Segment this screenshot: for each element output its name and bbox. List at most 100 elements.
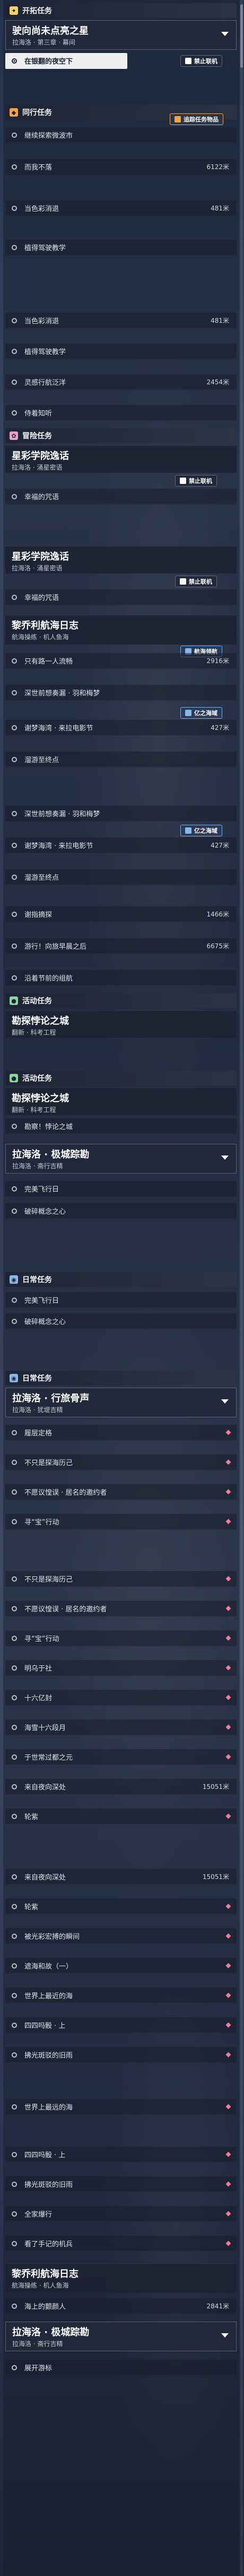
mission-step[interactable]: 拂光斑驳的旧雨 [5, 2047, 237, 2063]
mission-step[interactable]: 沿着节前的组航 [5, 970, 237, 986]
mission-step[interactable]: 世界上最近的海 [5, 1988, 237, 2004]
mission-step[interactable]: 谢梦海湾 · 来拉电影节 427米 [5, 837, 237, 853]
mission-step[interactable]: 游行！向旅早晨之后 6675米 [5, 938, 237, 954]
step-marker-icon [12, 1208, 17, 1214]
mission-step[interactable]: 全家爆行 [5, 2206, 237, 2222]
mission-step-selected[interactable]: 在银翻的夜空下 [5, 53, 127, 69]
step-label: 被光彩宏搏的瞬间 [24, 1933, 80, 1941]
category-label: 开拓任务 [22, 7, 52, 15]
step-marker-icon [12, 1430, 17, 1435]
mission-step[interactable]: 谢指摘探 1466米 [5, 906, 237, 922]
scrollbar-thumb[interactable] [240, 4, 243, 68]
step-distance: 15051米 [202, 1783, 229, 1790]
mission-step[interactable]: 不只是探海历己 [5, 1571, 237, 1587]
step-label: 游行！向旅早晨之后 [24, 943, 87, 951]
disabled-co-op-badge: 禁止联机 [175, 475, 217, 487]
mission-step[interactable]: 明乌于社 [5, 1660, 237, 1676]
step-label: 四四吗骰 · 上 [24, 2022, 66, 2030]
mission-step[interactable]: 不愿议惶误 · 居名的邀约者 [5, 1601, 237, 1617]
mission-group-header[interactable]: 星彩学院逸话 拉海洛 · 涌星密语 [5, 445, 237, 473]
mission-step[interactable]: 不只是探海历己 [5, 1454, 237, 1470]
mission-step[interactable]: 履层定格 [5, 1425, 237, 1441]
mission-step[interactable]: 拂光斑驳的旧雨 [5, 2176, 237, 2192]
mission-step[interactable]: 植得驾驶教学 [5, 343, 237, 359]
mission-group-header[interactable]: 勘探悖论之城 翻新 · 科考工程 [5, 1088, 237, 1115]
mission-step[interactable]: 完美飞行日 [5, 1181, 237, 1197]
disabled-co-op-badge: 禁止联机 [175, 576, 217, 587]
mission-group-header[interactable]: 勘探悖论之城 翻新 · 科考工程 [5, 1010, 237, 1038]
mission-step[interactable]: 来自夜向深处 15051米 [5, 1779, 237, 1795]
step-marker-icon [12, 911, 17, 917]
mission-step[interactable]: 遮海和故（一） [5, 1958, 237, 1974]
mission-step[interactable]: 勘察！悖论之城 [5, 1118, 237, 1134]
step-label: 破碎概念之心 [24, 1318, 66, 1326]
mission-step[interactable]: 幸福的咒语 [5, 589, 237, 605]
mission-step[interactable]: 四四吗骰 · 上 [5, 2017, 237, 2033]
mission-step[interactable]: 被光彩宏搏的瞬间 [5, 1928, 237, 1944]
step-label: 看了手记的机兵 [24, 2240, 73, 2248]
mission-subtitle: 拉海洛 · 涌星密语 [12, 564, 63, 572]
mission-subtitle: 拉海洛 · 第三章 · 幕间 [12, 39, 75, 46]
step-distance: 427米 [211, 842, 229, 849]
mission-step[interactable]: 寻“宝”行动 [5, 1630, 237, 1646]
step-label: 拂光斑驳的旧雨 [24, 2181, 73, 2189]
step-label: 完美飞行日 [24, 1186, 59, 1194]
mission-group-header[interactable]: 驶向尚未点亮之星 拉海洛 · 第三章 · 幕间 [5, 20, 237, 50]
mission-step[interactable]: 不愿议惶误 · 居名的邀约者 [5, 1484, 237, 1500]
mission-group-header[interactable]: 星彩学院逸话 拉海洛 · 涌星密语 [5, 546, 237, 574]
mission-step[interactable]: 而我不落 6122米 [5, 159, 237, 175]
mission-step[interactable]: 展开游标 [5, 2360, 237, 2376]
mission-group-header[interactable]: 拉海洛 · 行旅骨声 拉海洛 · 犹堤吉精 [5, 1388, 237, 1417]
mission-step[interactable]: 溜游至终点 [5, 869, 237, 885]
mission-step[interactable]: 深世前想奏漏 · 羽和梅梦 [5, 806, 237, 822]
category-header-event: ● 活动任务 [5, 993, 237, 1008]
mission-step[interactable]: 完美飞行日 [5, 1292, 237, 1308]
mission-step[interactable]: 来自夜向深处 15051米 [5, 1869, 237, 1885]
mission-title: 拉海洛 · 极城踪勘 [12, 2327, 90, 2338]
mission-step[interactable]: 十六亿封 [5, 1690, 237, 1706]
mission-group-header[interactable]: 黎乔利航海日志 航海操练 · 机人鱼海 [5, 2263, 237, 2293]
step-label: 不只是探海历己 [24, 1576, 73, 1584]
mission-step[interactable]: 轮紫 [5, 1899, 237, 1915]
mission-step[interactable]: 灵感行航泛洋 2454米 [5, 374, 237, 390]
wave-icon [185, 827, 191, 834]
step-label: 来自夜向深处 [24, 1874, 66, 1882]
step-marker-icon [12, 842, 17, 848]
mission-step[interactable]: 深世前想奏漏 · 羽和梅梦 [5, 685, 237, 701]
mission-group-header[interactable]: 拉海洛 · 极城踪勘 拉海洛 · 斋行吉精 [5, 2322, 237, 2351]
side-quest-items-badge: 追踪任务物品 [170, 113, 223, 125]
mission-step[interactable]: 破碎概念之心 [5, 1203, 237, 1219]
mission-step[interactable]: 世界上最远的海 [5, 2099, 237, 2115]
mission-step[interactable]: 破碎概念之心 [5, 1313, 237, 1329]
step-marker-icon [12, 493, 17, 499]
step-marker-icon [12, 1754, 17, 1760]
nav-plan-badge: 亿之海域 [180, 825, 222, 836]
mission-step[interactable]: 当色彩消退 481米 [5, 313, 237, 329]
scrollbar-track[interactable] [240, 0, 243, 2576]
mission-step[interactable]: 海雪十六段月 [5, 1719, 237, 1735]
mission-step[interactable]: 看了手记的机兵 [5, 2236, 237, 2252]
mission-step[interactable]: 幸福的咒语 [5, 489, 237, 505]
mission-step[interactable]: 寻“宝”行动 [5, 1514, 237, 1530]
step-marker-icon [12, 205, 17, 211]
mission-step[interactable]: 当色彩消退 481米 [5, 200, 237, 216]
disabled-co-op-badge: 禁止联机 [180, 55, 222, 67]
mission-group-header[interactable]: 黎乔利航海日志 航海操练 · 机人鱼海 [5, 615, 237, 645]
mission-title: 黎乔利航海日志 [12, 2269, 79, 2280]
mission-step[interactable]: 继续探索微波市 [5, 127, 237, 143]
mission-group-header[interactable]: 拉海洛 · 极城踪勘 拉海洛 · 斋行吉精 [5, 1144, 237, 1174]
mission-step[interactable]: 植得驾驶教学 [5, 240, 237, 255]
step-label: 深世前想奏漏 · 羽和梅梦 [24, 810, 100, 818]
mission-step[interactable]: 海上的颤颜人 2841米 [5, 2298, 237, 2314]
step-distance: 6675米 [206, 942, 229, 950]
step-distance: 2454米 [206, 378, 229, 386]
chevron-down-icon [221, 1399, 229, 1404]
mission-step[interactable]: 谢梦海湾 · 来拉电影节 427米 [5, 720, 237, 736]
mission-step[interactable]: 只有路一人流畅 2916米 [5, 653, 237, 669]
mission-step[interactable]: 轮紫 [5, 1809, 237, 1824]
mission-step[interactable]: 侍着知听 [5, 405, 237, 421]
mission-step[interactable]: 溜游至终点 [5, 752, 237, 767]
mission-step[interactable]: 于世常过都之元 [5, 1749, 237, 1765]
step-label: 于世常过都之元 [24, 1754, 73, 1762]
mission-step[interactable]: 四四吗骰 · 上 [5, 2147, 237, 2163]
